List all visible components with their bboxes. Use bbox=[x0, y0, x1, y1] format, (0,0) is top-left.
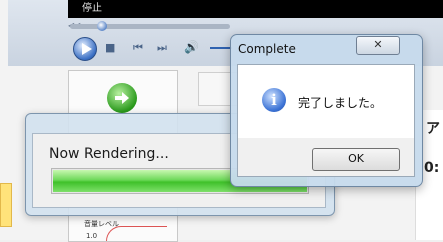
right-panel-text: ア bbox=[426, 121, 440, 137]
stop-icon[interactable]: ■ bbox=[105, 41, 115, 54]
video-screen: 停止 bbox=[68, 0, 443, 18]
volume-icon[interactable]: 🔊 bbox=[184, 40, 199, 54]
player-status: 停止 bbox=[82, 3, 102, 14]
info-icon: i bbox=[262, 88, 286, 112]
chart-line bbox=[106, 226, 167, 241]
seek-bar[interactable] bbox=[70, 24, 230, 29]
play-button[interactable] bbox=[73, 37, 97, 61]
dialog-message: 完了しました。 bbox=[298, 96, 383, 110]
play-icon bbox=[82, 43, 92, 55]
seek-thumb[interactable] bbox=[97, 21, 107, 31]
previous-icon[interactable]: ⏮ bbox=[133, 41, 143, 55]
right-panel-time: 0: bbox=[424, 160, 440, 176]
go-arrow-icon[interactable] bbox=[107, 83, 137, 113]
close-button[interactable]: ✕ bbox=[356, 36, 400, 55]
volume-slider[interactable] bbox=[210, 47, 232, 49]
ok-button[interactable]: OK bbox=[312, 148, 400, 171]
chart-tick: 1.0 bbox=[86, 232, 98, 240]
next-icon[interactable]: ⏭ bbox=[157, 41, 167, 55]
render-title: Now Rendering... bbox=[49, 146, 169, 162]
dialog-title: Complete bbox=[238, 42, 296, 56]
sidebar-tab[interactable] bbox=[0, 183, 12, 227]
